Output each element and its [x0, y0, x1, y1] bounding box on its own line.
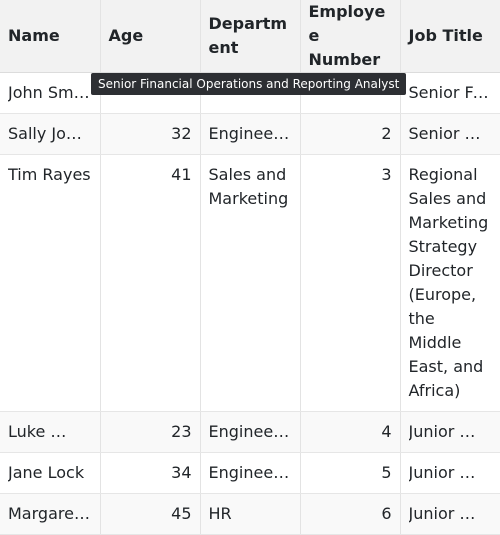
cell-text: 32: [171, 124, 192, 143]
table-row[interactable]: Tim Rayes 41 Sales and Marketing 3 Regio…: [0, 154, 500, 412]
cell-text: 4: [381, 422, 392, 441]
cell-name[interactable]: Sally Jones: [0, 113, 101, 155]
table-row[interactable]: Sally Jones 32 Engineering 2 Senior …: [0, 113, 500, 155]
cell-job-title[interactable]: Junior …: [400, 411, 500, 453]
cell-text: Junior …: [408, 463, 476, 482]
column-header-label: Department: [208, 14, 288, 57]
cell-age[interactable]: 41: [100, 154, 201, 412]
cell-text: 6: [381, 504, 392, 523]
cell-text: 3: [381, 165, 392, 184]
cell-tooltip: Senior Financial Operations and Reportin…: [91, 73, 407, 95]
cell-job-title[interactable]: Junior …: [400, 493, 500, 535]
column-header-department[interactable]: Department: [200, 0, 301, 73]
cell-text: Junior …: [408, 422, 476, 441]
cell-name[interactable]: Margaret…: [0, 493, 101, 535]
cell-text: Tim Rayes: [8, 165, 91, 184]
cell-text: 5: [381, 463, 392, 482]
cell-employee-number[interactable]: 2: [300, 113, 401, 155]
column-header-name[interactable]: Name: [0, 0, 101, 73]
cell-name[interactable]: Jane Lock: [0, 452, 101, 494]
cell-employee-number[interactable]: 6: [300, 493, 401, 535]
cell-name[interactable]: Tim Rayes: [0, 154, 101, 412]
cell-department[interactable]: Engineering: [200, 411, 301, 453]
cell-age[interactable]: 23: [100, 411, 201, 453]
column-header-age[interactable]: Age: [100, 0, 201, 73]
cell-job-title[interactable]: Senior Financial Operations and Reportin…: [400, 72, 500, 114]
cell-age[interactable]: 45: [100, 493, 201, 535]
cell-text: Engineering: [208, 124, 292, 143]
cell-text: Engineering: [208, 422, 292, 441]
cell-age[interactable]: 32: [100, 113, 201, 155]
cell-department[interactable]: Engineering: [200, 113, 301, 155]
cell-text: 45: [171, 504, 192, 523]
column-header-employee-number[interactable]: Employee Number: [300, 0, 401, 73]
cell-name[interactable]: Luke …: [0, 411, 101, 453]
table-row[interactable]: Jane Lock 34 Engineering 5 Junior …: [0, 452, 500, 494]
cell-employee-number[interactable]: 4: [300, 411, 401, 453]
cell-text: Margaret…: [8, 504, 92, 523]
header-row: Name Age Department Employee Number Job …: [0, 0, 500, 73]
cell-text: Junior …: [408, 504, 476, 523]
cell-text: Sales and Marketing: [208, 165, 289, 208]
cell-text: Regional Sales and Marketing Strategy Di…: [408, 165, 489, 400]
cell-text: John Smith: [8, 83, 92, 102]
cell-employee-number[interactable]: 5: [300, 452, 401, 494]
cell-department[interactable]: HR: [200, 493, 301, 535]
cell-department[interactable]: Engineering: [200, 452, 301, 494]
cell-job-title[interactable]: Regional Sales and Marketing Strategy Di…: [400, 154, 500, 412]
cell-employee-number[interactable]: 3: [300, 154, 401, 412]
cell-job-title[interactable]: Junior …: [400, 452, 500, 494]
column-header-job-title[interactable]: Job Title: [400, 0, 500, 73]
cell-department[interactable]: Sales and Marketing: [200, 154, 301, 412]
cell-text: Senior …: [408, 124, 481, 143]
column-header-label: Employee Number: [308, 2, 386, 69]
cell-text: Jane Lock: [8, 463, 85, 482]
column-header-label: Name: [8, 26, 60, 45]
cell-job-title[interactable]: Senior …: [400, 113, 500, 155]
cell-name[interactable]: John Smith: [0, 72, 101, 114]
cell-text: Luke …: [8, 422, 67, 441]
column-header-label: Job Title: [408, 26, 483, 45]
cell-text: 23: [171, 422, 192, 441]
table-row[interactable]: Margaret… 45 HR 6 Junior …: [0, 493, 500, 535]
cell-text: 34: [171, 463, 192, 482]
cell-text: Sally Jones: [8, 124, 92, 143]
cell-text: Engineering: [208, 463, 292, 482]
cell-text: 2: [381, 124, 392, 143]
cell-text: 41: [171, 165, 192, 184]
cell-age[interactable]: 34: [100, 452, 201, 494]
cell-text: Senior Financial Operations and Reportin…: [408, 83, 493, 102]
column-header-label: Age: [108, 26, 144, 45]
table-row[interactable]: Luke … 23 Engineering 4 Junior …: [0, 411, 500, 453]
cell-text: HR: [208, 504, 232, 523]
